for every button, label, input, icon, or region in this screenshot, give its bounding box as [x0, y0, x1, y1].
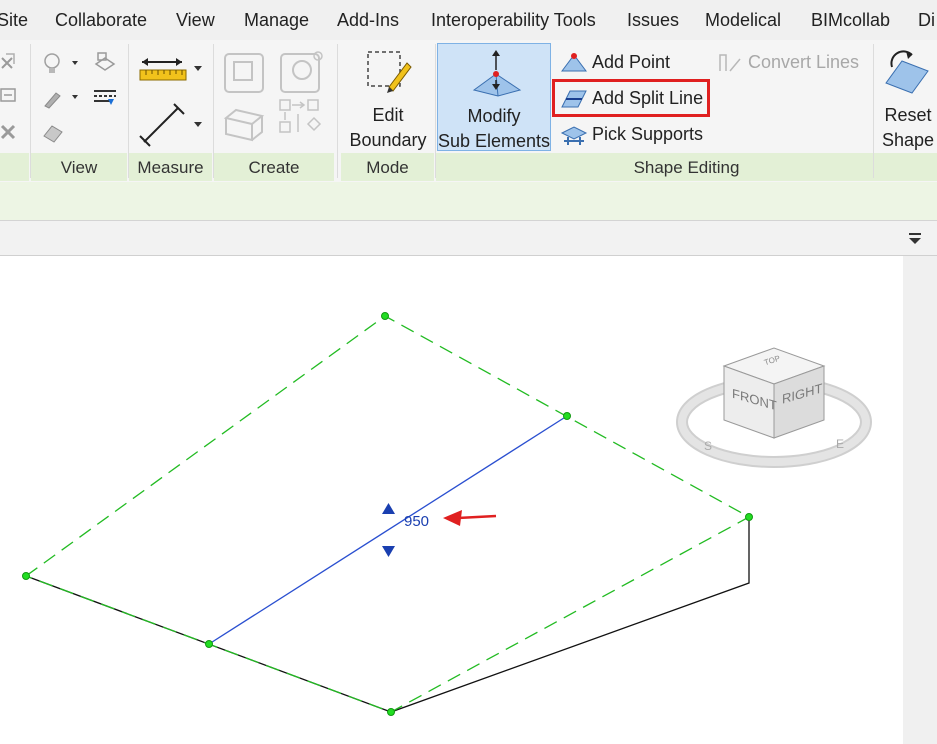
- menu-manage[interactable]: Manage: [244, 10, 309, 31]
- reset-shape-label-line1: Reset: [884, 105, 932, 125]
- vertex-point[interactable]: [563, 412, 571, 420]
- add-point-label: Add Point: [592, 52, 671, 72]
- aligned-dimension-icon[interactable]: [138, 54, 208, 88]
- add-point-button[interactable]: Add Point: [558, 48, 708, 78]
- vertex-point[interactable]: [387, 708, 395, 716]
- view-dropdown-icon[interactable]: [908, 233, 922, 245]
- create-parts-icon[interactable]: [278, 98, 328, 148]
- panel-bar-modify: [0, 153, 29, 181]
- vertical-scrollbar[interactable]: [903, 256, 937, 744]
- viewcube[interactable]: S E FRONT RIGHT TOP: [676, 340, 872, 470]
- lightbulb-icon[interactable]: [42, 52, 86, 78]
- edit-boundary-label-line1: Edit: [372, 105, 404, 125]
- menu-issues[interactable]: Issues: [627, 10, 679, 31]
- reset-shape-label-line2: Shape: [881, 130, 935, 150]
- menu-bar: Site Collaborate View Manage Add-Ins Int…: [0, 0, 937, 40]
- modify-sub-elements-label-line1: Modify: [467, 106, 521, 126]
- panel-title-shape-editing: Shape Editing: [633, 158, 740, 177]
- delete-icon[interactable]: [0, 123, 24, 143]
- reset-shape-icon: [885, 50, 929, 94]
- red-arrow-icon: [443, 510, 497, 526]
- create-assembly-icon[interactable]: [222, 48, 272, 98]
- edit-boundary-icon: [367, 51, 412, 93]
- hide-element-icon[interactable]: [92, 50, 118, 76]
- menu-collaborate[interactable]: Collaborate: [55, 10, 147, 31]
- pick-supports-icon: [560, 126, 588, 145]
- convert-lines-label: Convert Lines: [748, 52, 860, 72]
- lower-elevation-icon[interactable]: [382, 546, 395, 557]
- measure-distance-icon[interactable]: [138, 100, 208, 150]
- pick-supports-label: Pick Supports: [592, 124, 704, 144]
- drawing-viewport[interactable]: 950 S E FRONT RIGHT TOP: [0, 256, 903, 744]
- reset-shape-button[interactable]: Reset Shape: [876, 43, 937, 153]
- ribbon: View Measure Create Mode Shape Editing E…: [0, 40, 937, 183]
- vertex-point[interactable]: [381, 312, 389, 320]
- options-bar: [0, 182, 937, 221]
- view-header: [0, 221, 937, 256]
- convert-lines-button[interactable]: Convert Lines: [714, 48, 864, 78]
- menu-modelical[interactable]: Modelical: [705, 10, 781, 31]
- create-similar-icon[interactable]: [278, 48, 328, 98]
- pick-supports-button[interactable]: Pick Supports: [558, 120, 708, 150]
- edit-boundary-label-line2: Boundary: [349, 130, 427, 150]
- modify-sub-elements-button[interactable]: Modify Sub Elements: [437, 43, 551, 151]
- create-group-icon[interactable]: [222, 100, 272, 150]
- vertex-point[interactable]: [22, 572, 30, 580]
- menu-add-ins[interactable]: Add-Ins: [337, 10, 399, 31]
- vertex-point[interactable]: [205, 640, 213, 648]
- paint-brush-icon[interactable]: [42, 86, 86, 112]
- svg-text:S: S: [704, 439, 712, 453]
- panel-title-mode: Mode: [366, 158, 409, 177]
- panel-divider: [337, 44, 338, 178]
- menu-bimcollab[interactable]: BIMcollab: [811, 10, 890, 31]
- roof-model-canvas[interactable]: [0, 256, 903, 744]
- convert-lines-icon: [719, 54, 741, 72]
- split-line[interactable]: [208, 415, 568, 645]
- eraser-icon[interactable]: [40, 120, 70, 146]
- menu-site[interactable]: Site: [0, 10, 28, 31]
- panel-title-create: Create: [248, 158, 300, 177]
- menu-view[interactable]: View: [176, 10, 215, 31]
- linework-icon[interactable]: [92, 86, 120, 110]
- unjoin-icon[interactable]: [0, 86, 24, 106]
- menu-interoperability-tools[interactable]: Interoperability Tools: [431, 10, 596, 31]
- add-point-icon: [561, 53, 587, 72]
- raise-elevation-icon[interactable]: [382, 503, 395, 514]
- svg-text:E: E: [836, 437, 844, 451]
- elevation-value-label[interactable]: 950: [404, 513, 429, 530]
- menu-di[interactable]: Di: [918, 10, 935, 31]
- add-split-line-highlight: [552, 79, 710, 117]
- modify-sub-elements-label-line2: Sub Elements: [438, 131, 551, 151]
- modify-sub-elements-icon: [472, 50, 522, 97]
- edit-boundary-button[interactable]: Edit Boundary: [343, 43, 433, 153]
- panel-title-measure: Measure: [137, 158, 204, 177]
- vertex-point[interactable]: [745, 513, 753, 521]
- panel-title-view: View: [60, 158, 98, 177]
